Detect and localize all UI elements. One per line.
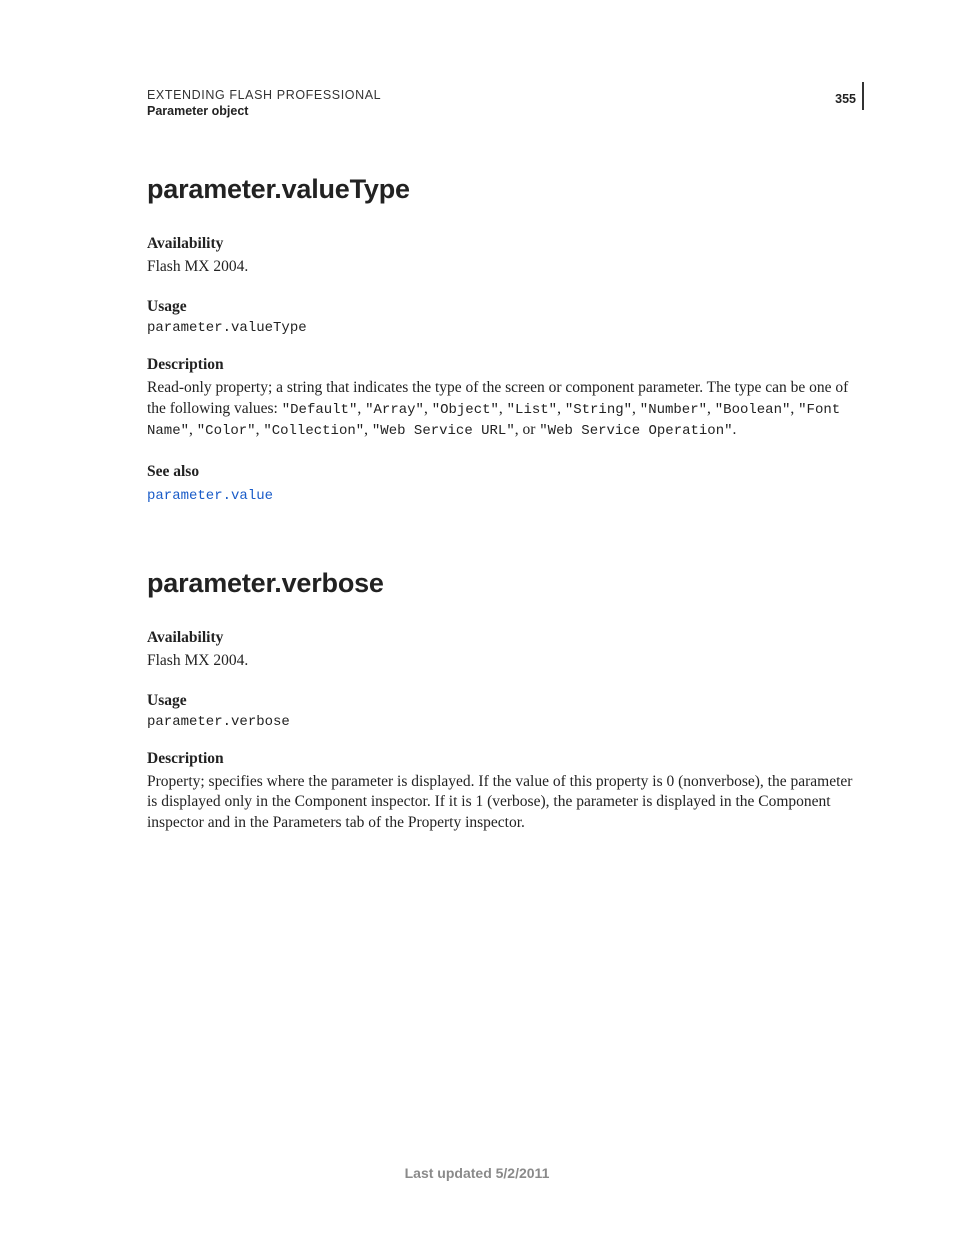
availability-label: Availability bbox=[147, 235, 864, 253]
code-color: "Color" bbox=[197, 423, 256, 439]
footer-updated: Last updated 5/2/2011 bbox=[0, 1165, 954, 1181]
header-left: EXTENDING FLASH PROFESSIONAL Parameter o… bbox=[147, 88, 381, 118]
usage-label: Usage bbox=[147, 298, 864, 316]
description-label: Description bbox=[147, 356, 864, 374]
code-web-service-url: "Web Service URL" bbox=[372, 423, 515, 439]
link-parameter-value[interactable]: parameter.value bbox=[147, 488, 273, 504]
description-text-valuetype: Read-only property; a string that indica… bbox=[147, 378, 864, 441]
running-header: EXTENDING FLASH PROFESSIONAL Parameter o… bbox=[147, 88, 864, 118]
description-text-verbose: Property; specifies where the parameter … bbox=[147, 772, 864, 835]
code-web-service-op: "Web Service Operation" bbox=[539, 423, 732, 439]
code-list: "List" bbox=[507, 402, 557, 418]
usage-code-2: parameter.verbose bbox=[147, 714, 864, 730]
entry-heading-valuetype: parameter.valueType bbox=[147, 174, 864, 205]
code-boolean: "Boolean" bbox=[715, 402, 791, 418]
see-also-links: parameter.value bbox=[147, 485, 864, 506]
availability-text-2: Flash MX 2004. bbox=[147, 651, 864, 672]
code-default: "Default" bbox=[282, 402, 358, 418]
doc-title: EXTENDING FLASH PROFESSIONAL bbox=[147, 88, 381, 102]
code-array: "Array" bbox=[365, 402, 424, 418]
page-number-wrap: 355 bbox=[835, 88, 864, 110]
code-collection: "Collection" bbox=[263, 423, 364, 439]
page-number: 355 bbox=[835, 92, 862, 106]
code-object: "Object" bbox=[432, 402, 499, 418]
description-label-2: Description bbox=[147, 750, 864, 768]
entry-heading-verbose: parameter.verbose bbox=[147, 568, 864, 599]
code-string: "String" bbox=[565, 402, 632, 418]
availability-label-2: Availability bbox=[147, 629, 864, 647]
usage-label-2: Usage bbox=[147, 692, 864, 710]
doc-subtitle: Parameter object bbox=[147, 104, 381, 118]
page-number-rule bbox=[862, 82, 864, 110]
usage-code: parameter.valueType bbox=[147, 320, 864, 336]
see-also-label: See also bbox=[147, 463, 864, 481]
availability-text: Flash MX 2004. bbox=[147, 257, 864, 278]
code-number: "Number" bbox=[640, 402, 707, 418]
page-content: EXTENDING FLASH PROFESSIONAL Parameter o… bbox=[0, 0, 954, 834]
